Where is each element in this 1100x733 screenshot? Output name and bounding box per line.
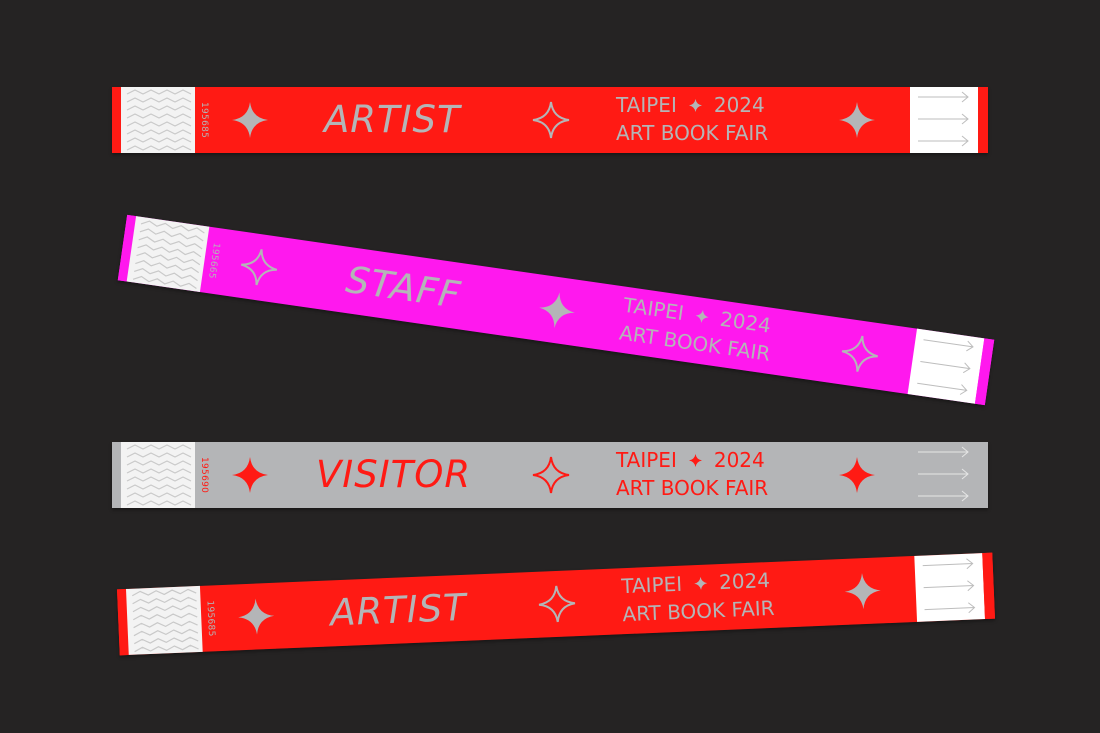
zigzag-tab — [125, 585, 203, 655]
arrow-right-icon — [918, 91, 969, 147]
role-label: VISITOR — [316, 453, 472, 496]
event-name: TAIPEI 2024 ART BOOK FAIR — [616, 91, 806, 149]
wristband-staff: 195665 STAFF TAIPEI 2024 ART BOOK FAIR — [117, 214, 995, 406]
zigzag-pattern-icon — [132, 220, 205, 289]
arrow-right-icon — [918, 446, 969, 502]
closure-tab — [907, 328, 985, 404]
small-sparkle-icon — [695, 309, 710, 324]
event-name: TAIPEI 2024 ART BOOK FAIR — [616, 446, 806, 504]
event-title: ART BOOK FAIR — [616, 121, 769, 145]
band-edge-right — [982, 552, 995, 620]
sparkle-outline-icon — [236, 245, 281, 290]
band-edge-right — [978, 87, 988, 153]
sparkle-icon — [230, 100, 270, 140]
sparkle-outline-icon — [837, 331, 882, 376]
event-year: 2024 — [713, 448, 765, 472]
event-city: TAIPEI — [616, 448, 677, 472]
sparkle-icon — [235, 596, 277, 638]
sparkle-icon — [837, 455, 877, 495]
sparkle-icon — [842, 570, 884, 612]
serial-number: 195690 — [199, 456, 209, 494]
event-title: ART BOOK FAIR — [616, 476, 769, 500]
role-label: ARTIST — [324, 98, 461, 141]
wristband-visitor: 195690 VISITOR TAIPEI 2024 ART BOOK FAIR — [112, 442, 988, 508]
serial-number: 195685 — [199, 101, 209, 139]
closure-tab — [910, 442, 978, 508]
small-sparkle-icon — [694, 576, 708, 590]
sparkle-icon — [230, 455, 270, 495]
serial-number: 195685 — [204, 600, 217, 637]
sparkle-outline-icon — [536, 583, 578, 625]
band-edge-left — [112, 87, 121, 153]
sparkle-icon — [534, 287, 579, 332]
closure-tab — [914, 553, 986, 622]
zigzag-tab — [126, 216, 210, 293]
small-sparkle-icon — [688, 98, 702, 112]
wristband-artist-bottom: 195685 ARTIST TAIPEI 2024 ART BOOK FAIR — [117, 552, 995, 656]
event-name: TAIPEI 2024 ART BOOK FAIR — [621, 564, 813, 630]
event-city: TAIPEI — [616, 93, 677, 117]
sparkle-outline-icon — [531, 100, 571, 140]
wristband-artist-top: 195685 ARTIST TAIPEI 2024 ART BOOK FAIR — [112, 87, 988, 153]
event-city: TAIPEI — [620, 571, 683, 599]
sparkle-icon — [837, 100, 877, 140]
event-year: 2024 — [718, 568, 771, 595]
role-label: ARTIST — [329, 585, 468, 635]
arrow-right-icon — [917, 339, 974, 395]
sparkle-outline-icon — [531, 455, 571, 495]
zigzag-tab — [121, 442, 195, 508]
zigzag-pattern-icon — [126, 89, 192, 151]
small-sparkle-icon — [688, 453, 702, 467]
event-year: 2024 — [713, 93, 765, 117]
band-edge-right — [978, 442, 988, 508]
closure-tab — [910, 87, 978, 153]
role-label: STAFF — [343, 257, 464, 318]
band-edge-left — [112, 442, 121, 508]
arrow-right-icon — [922, 558, 976, 614]
zigzag-tab — [121, 87, 195, 153]
zigzag-pattern-icon — [126, 444, 192, 506]
zigzag-pattern-icon — [131, 588, 199, 653]
